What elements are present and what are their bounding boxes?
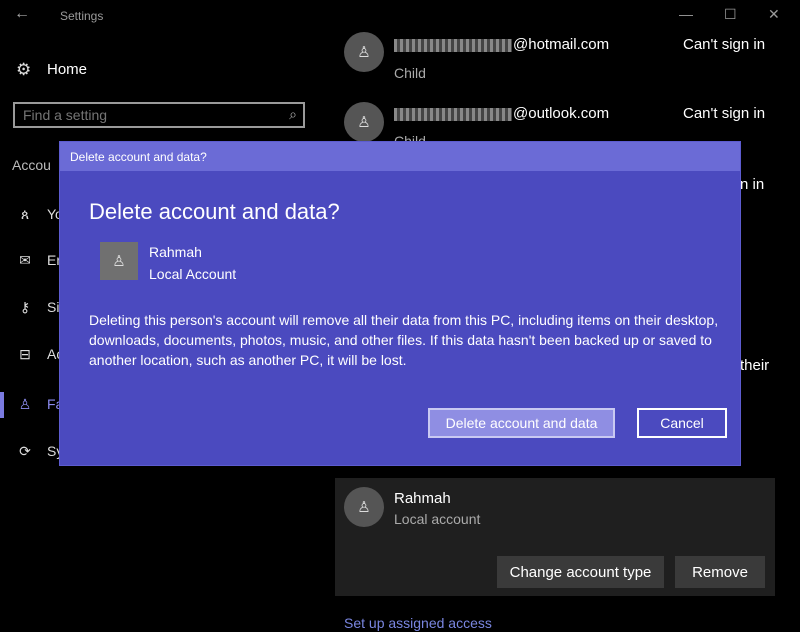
sidebar-item-sign-in[interactable]: Si: [47, 299, 59, 315]
redacted-text: [394, 38, 512, 52]
remove-button[interactable]: Remove: [675, 556, 765, 588]
dialog-titlebar-text: Delete account and data?: [70, 150, 207, 164]
account-status: n in: [740, 176, 765, 193]
person-icon: ♙: [112, 253, 126, 270]
account-status: Can't sign in: [683, 105, 766, 122]
person-icon: ♙: [357, 44, 371, 61]
window-title: Settings: [60, 9, 104, 23]
key-icon: ⚷: [19, 299, 31, 315]
person-icon: ♙: [357, 499, 371, 516]
local-account-name: Rahmah: [394, 490, 451, 507]
search-box[interactable]: ⌕: [13, 102, 305, 128]
search-input[interactable]: [23, 107, 273, 123]
maximize-icon[interactable]: ☐: [724, 6, 737, 23]
delete-account-dialog: Delete account and data? Delete account …: [60, 142, 740, 465]
local-account-type: Local account: [394, 511, 481, 527]
sidebar-item-email[interactable]: Er: [47, 252, 61, 268]
change-account-type-button[interactable]: Change account type: [497, 556, 664, 588]
dialog-titlebar: Delete account and data?: [60, 142, 740, 171]
active-nav-marker: [0, 392, 4, 418]
redacted-text: [394, 107, 512, 121]
person-icon: ♙: [18, 396, 32, 412]
dialog-user-name: Rahmah: [149, 244, 202, 260]
delete-account-and-data-button[interactable]: Delete account and data: [428, 408, 615, 438]
dialog-message: Deleting this person's account will remo…: [89, 312, 719, 368]
partial-description: their: [740, 357, 770, 374]
close-icon[interactable]: ✕: [768, 6, 780, 23]
section-label-accounts: Accou: [12, 157, 51, 173]
avatar: ♙: [344, 32, 384, 72]
person-list-icon: ጰ: [20, 206, 30, 222]
assigned-access-link[interactable]: Set up assigned access: [344, 615, 492, 631]
minimize-icon[interactable]: —: [679, 6, 693, 22]
search-icon[interactable]: ⌕: [289, 106, 297, 123]
account-subtitle: Child: [394, 65, 426, 81]
sync-icon: ⟳: [19, 443, 31, 459]
account-email: @outlook.com: [394, 105, 609, 122]
dialog-heading: Delete account and data?: [89, 199, 340, 224]
gear-icon: ⚙: [16, 60, 32, 79]
avatar: ♙: [344, 102, 384, 142]
account-email: @hotmail.com: [394, 36, 609, 53]
avatar: ♙: [100, 242, 138, 280]
home-link[interactable]: Home: [47, 61, 87, 78]
back-arrow-icon[interactable]: ←: [14, 5, 30, 23]
avatar: ♙: [344, 487, 384, 527]
mail-icon: ✉: [19, 252, 31, 268]
briefcase-icon: ⊟: [19, 346, 31, 362]
person-icon: ♙: [357, 114, 371, 131]
dialog-user-type: Local Account: [149, 266, 237, 282]
account-status: Can't sign in: [683, 36, 766, 53]
cancel-button[interactable]: Cancel: [637, 408, 727, 438]
